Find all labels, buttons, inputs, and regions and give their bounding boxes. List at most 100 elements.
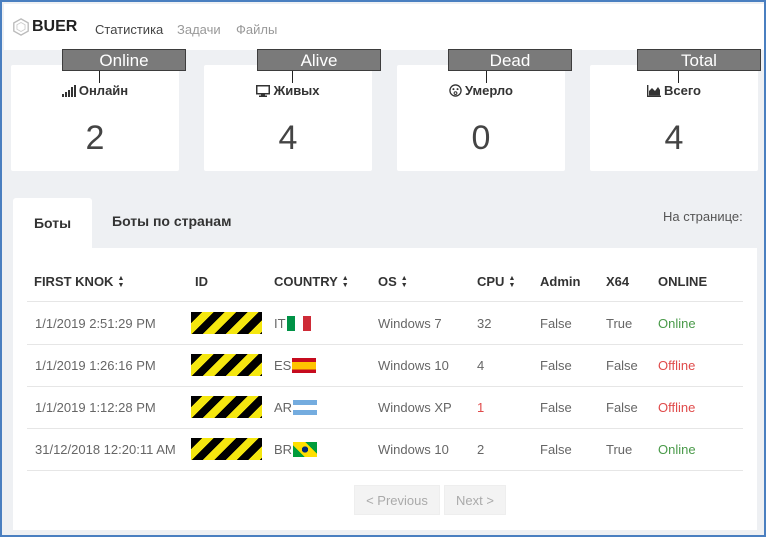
brand-name: BUER — [32, 18, 78, 35]
annotation-online: Online — [62, 49, 186, 71]
cell-cpu: 1 — [477, 400, 485, 415]
cell-admin: False — [540, 316, 572, 331]
column-header-label: X64 — [606, 274, 630, 289]
cell-online-status: Online — [658, 442, 696, 457]
stat-card-header: Живых — [204, 83, 372, 98]
row-divider — [27, 301, 743, 302]
column-header-cpu[interactable]: CPU ▲ ▼ — [477, 274, 515, 289]
annotation-alive: Alive — [257, 49, 381, 71]
annotation-pointer — [99, 71, 100, 83]
column-header-online: ONLINE — [658, 274, 707, 289]
redacted-id — [191, 438, 262, 460]
cell-online-status: Online — [658, 316, 696, 331]
stat-card-header: Всего — [590, 83, 758, 98]
app-frame: BUER Статистика Задачи Файлы Онлайн 2 Жи… — [0, 0, 766, 537]
nav-link-statistics[interactable]: Статистика — [95, 22, 163, 37]
cell-os: Windows XP — [378, 400, 452, 415]
annotation-pointer — [292, 71, 293, 83]
sort-icon[interactable]: ▲ ▼ — [401, 275, 408, 289]
area-chart-icon — [646, 84, 661, 97]
annotation-pointer — [486, 71, 487, 83]
stat-card-header: Умерло — [397, 83, 565, 98]
column-header-label: CPU — [477, 274, 505, 289]
stat-card-online: Онлайн 2 — [11, 65, 179, 171]
annotation-pointer — [678, 71, 679, 83]
cell-online-status: Offline — [658, 358, 696, 373]
column-header-id: ID — [195, 274, 208, 289]
hexagon-logo-icon — [13, 18, 29, 36]
stat-card-value: 2 — [85, 119, 105, 157]
next-page-button[interactable]: Next > — [444, 485, 506, 515]
stat-card-label: Живых — [273, 83, 320, 98]
cell-first-knok: 1/1/2019 2:51:29 PM — [35, 316, 156, 331]
cell-x64: True — [606, 442, 633, 457]
stat-card-label: Всего — [663, 83, 702, 98]
stat-card-value: 4 — [278, 119, 298, 157]
cell-os: Windows 10 — [378, 358, 449, 373]
row-divider — [27, 386, 743, 387]
annotation-total: Total — [637, 49, 761, 71]
cell-country: ES — [274, 358, 317, 373]
cell-os: Windows 10 — [378, 442, 449, 457]
stat-card-value: 0 — [471, 119, 491, 157]
previous-page-button[interactable]: < Previous — [354, 485, 440, 515]
column-header-label: ONLINE — [658, 274, 708, 289]
redacted-id — [191, 396, 262, 418]
redacted-id — [191, 312, 262, 334]
cell-first-knok: 1/1/2019 1:12:28 PM — [35, 400, 156, 415]
signal-icon — [61, 84, 76, 97]
column-header-x64: X64 — [606, 274, 629, 289]
column-header-first-knok[interactable]: FIRST KNOK ▲ ▼ — [34, 274, 124, 289]
tab-bots-by-country[interactable]: Боты по странам — [112, 213, 231, 229]
column-header-label: COUNTRY — [274, 274, 338, 289]
cell-admin: False — [540, 442, 572, 457]
cell-x64: False — [606, 400, 638, 415]
column-header-label: FIRST KNOK — [34, 274, 114, 289]
cell-online-status: Offline — [658, 400, 696, 415]
argentina-flag-icon — [293, 400, 318, 415]
stat-card-label: Онлайн — [78, 83, 129, 98]
nav-link-tasks[interactable]: Задачи — [177, 22, 221, 37]
cell-first-knok: 1/1/2019 1:26:16 PM — [35, 358, 156, 373]
sort-icon[interactable]: ▲ ▼ — [508, 275, 515, 289]
italy-flag-icon — [286, 316, 311, 331]
tab-bots[interactable]: Боты — [13, 198, 92, 248]
country-code: ES — [274, 358, 292, 373]
nav-link-files[interactable]: Файлы — [236, 22, 277, 37]
redacted-id — [191, 354, 262, 376]
stat-card-dead: Умерло 0 — [397, 65, 565, 171]
stat-card-value: 4 — [664, 119, 684, 157]
stat-card-alive: Живых 4 — [204, 65, 372, 171]
brand-logo[interactable]: BUER — [12, 18, 77, 36]
monitor-icon — [256, 84, 271, 97]
cell-x64: False — [606, 358, 638, 373]
per-page-label: На странице: — [663, 209, 743, 224]
row-divider — [27, 470, 743, 471]
cell-country: AR — [274, 400, 318, 415]
cell-cpu: 32 — [477, 316, 492, 331]
column-header-country[interactable]: COUNTRY ▲ ▼ — [274, 274, 349, 289]
stat-card-total: Всего 4 — [590, 65, 758, 171]
country-code: AR — [274, 400, 293, 415]
sort-icon[interactable]: ▲ ▼ — [342, 275, 349, 289]
spain-flag-icon — [292, 358, 317, 373]
sort-icon[interactable]: ▲ ▼ — [117, 275, 124, 289]
column-header-label: Admin — [540, 274, 581, 289]
row-divider — [27, 344, 743, 345]
cell-cpu: 2 — [477, 442, 485, 457]
cell-admin: False — [540, 400, 572, 415]
row-divider — [27, 428, 743, 429]
cell-country: BR — [274, 442, 318, 457]
column-header-label: OS — [378, 274, 397, 289]
cell-first-knok: 31/12/2018 12:20:11 AM — [35, 442, 176, 457]
stat-card-label: Умерло — [465, 83, 513, 98]
stat-card-header: Онлайн — [11, 83, 179, 98]
annotation-dead: Dead — [448, 49, 572, 71]
cell-x64: True — [606, 316, 633, 331]
column-header-label: ID — [195, 274, 208, 289]
column-header-os[interactable]: OS ▲ ▼ — [378, 274, 408, 289]
dizzy-face-icon — [449, 84, 462, 97]
cell-admin: False — [540, 358, 572, 373]
cell-cpu: 4 — [477, 358, 485, 373]
brazil-flag-icon — [293, 442, 318, 457]
